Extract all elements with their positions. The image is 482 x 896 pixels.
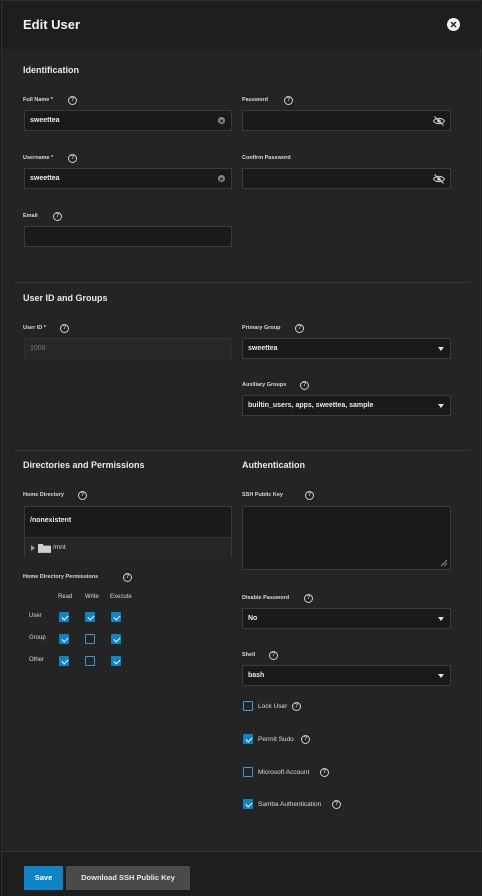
clear-icon[interactable] [218, 175, 225, 182]
help-icon[interactable]: ? [305, 491, 314, 500]
auxiliary-groups-select[interactable]: builtin_users, apps, sweettea, sample [242, 395, 451, 416]
shell-select[interactable]: bash [242, 665, 451, 686]
clear-icon[interactable] [218, 117, 225, 124]
confirm-password-input[interactable] [242, 168, 451, 189]
home-directory-explorer[interactable]: /nonexistent /mnt [24, 506, 232, 557]
auth-checkbox[interactable] [243, 799, 253, 809]
authentication-heading: Authentication [242, 460, 305, 470]
disable-password-select[interactable]: No [242, 608, 451, 629]
help-icon[interactable]: ? [320, 768, 329, 777]
ssh-key-label: SSH Public Key [242, 492, 283, 498]
password-input[interactable] [242, 110, 451, 131]
download-ssh-key-button[interactable]: Download SSH Public Key [66, 866, 190, 890]
chevron-down-icon [438, 347, 444, 351]
save-button[interactable]: Save [24, 866, 63, 890]
ssh-key-textarea[interactable] [242, 506, 451, 570]
permission-checkbox[interactable] [111, 612, 121, 622]
auth-checkbox-label[interactable]: Microsoft Account [258, 769, 309, 776]
username-value: sweettea [30, 175, 60, 182]
full-name-input[interactable]: sweettea [24, 110, 232, 131]
auth-checkbox-label[interactable]: Samba Authentication [258, 801, 321, 808]
auth-checkbox[interactable] [243, 734, 253, 744]
section-divider [14, 282, 470, 283]
identification-heading: Identification [23, 65, 79, 75]
help-icon[interactable]: ? [292, 702, 301, 711]
perm-col-execute: Execute [110, 594, 132, 600]
help-icon[interactable]: ? [304, 594, 313, 603]
permission-checkbox[interactable] [85, 634, 95, 644]
eye-off-icon[interactable] [433, 116, 445, 126]
home-permissions-label: Home Directory Permissions [23, 574, 99, 580]
auth-checkbox[interactable] [243, 701, 253, 711]
email-input[interactable] [24, 226, 232, 247]
close-icon[interactable] [447, 18, 460, 31]
help-icon[interactable]: ? [53, 212, 62, 221]
permission-checkbox[interactable] [59, 656, 69, 666]
auth-checkbox-label[interactable]: Permit Sudo [258, 736, 294, 743]
user-id-groups-heading: User ID and Groups [23, 293, 108, 303]
disable-password-value: No [248, 615, 258, 622]
username-input[interactable]: sweettea [24, 168, 232, 189]
perm-col-write: Write [85, 594, 99, 600]
perm-row-group: Group [29, 635, 46, 641]
chevron-down-icon [438, 674, 444, 678]
perm-row-user: User [29, 613, 42, 619]
auth-checkbox-label[interactable]: Lock User [258, 703, 287, 710]
permission-checkbox[interactable] [85, 656, 95, 666]
help-icon[interactable]: ? [68, 154, 77, 163]
edit-user-dialog: Edit User Identification Full Name * ? s… [1, 0, 482, 896]
user-id-label: User ID * [23, 325, 46, 331]
eye-off-icon[interactable] [433, 174, 445, 184]
auth-checkbox[interactable] [243, 767, 253, 777]
disable-password-label: Disable Password [242, 595, 290, 601]
primary-group-select[interactable]: sweettea [242, 338, 451, 359]
help-icon[interactable]: ? [60, 324, 69, 333]
dialog-title: Edit User [23, 17, 81, 32]
user-id-input[interactable]: 1000 [24, 338, 232, 359]
permission-checkbox[interactable] [111, 634, 121, 644]
help-icon[interactable]: ? [300, 381, 309, 390]
perm-row-other: Other [29, 657, 45, 663]
username-label: Username * [23, 155, 54, 161]
full-name-label: Full Name * [23, 97, 53, 103]
tree-node[interactable]: /mnt [25, 537, 231, 557]
help-icon[interactable]: ? [78, 491, 87, 500]
home-directory-path[interactable]: /nonexistent [30, 517, 71, 524]
help-icon[interactable]: ? [123, 573, 132, 582]
confirm-password-label: Confirm Password [242, 155, 291, 161]
shell-label: Shell [242, 652, 256, 658]
perm-col-read: Read [58, 594, 73, 600]
permission-checkbox[interactable] [85, 612, 95, 622]
help-icon[interactable]: ? [295, 324, 304, 333]
tree-node-label: /mnt [53, 544, 66, 551]
full-name-value: sweettea [30, 117, 60, 124]
auxiliary-groups-value: builtin_users, apps, sweettea, sample [248, 402, 374, 409]
section-divider [14, 450, 470, 451]
folder-icon [38, 543, 51, 553]
directories-heading: Directories and Permissions [23, 460, 145, 470]
help-icon[interactable]: ? [68, 96, 77, 105]
user-id-value: 1000 [30, 345, 46, 352]
help-icon[interactable]: ? [301, 735, 310, 744]
email-label: Email [23, 213, 38, 219]
help-icon[interactable]: ? [284, 96, 293, 105]
primary-group-label: Primary Group [242, 325, 281, 331]
help-icon[interactable]: ? [269, 651, 278, 660]
dialog-header: Edit User [2, 1, 482, 49]
permission-checkbox[interactable] [111, 656, 121, 666]
chevron-down-icon [438, 404, 444, 408]
expand-arrow-icon[interactable] [31, 545, 35, 551]
home-directory-label: Home Directory [23, 492, 64, 498]
permission-checkbox[interactable] [59, 634, 69, 644]
primary-group-value: sweettea [248, 345, 278, 352]
auxiliary-groups-label: Auxiliary Groups [242, 382, 287, 388]
shell-value: bash [248, 672, 265, 679]
chevron-down-icon [438, 617, 444, 621]
permission-checkbox[interactable] [59, 612, 69, 622]
resize-handle-icon[interactable] [440, 559, 448, 567]
password-label: Password [242, 97, 268, 103]
help-icon[interactable]: ? [332, 800, 341, 809]
